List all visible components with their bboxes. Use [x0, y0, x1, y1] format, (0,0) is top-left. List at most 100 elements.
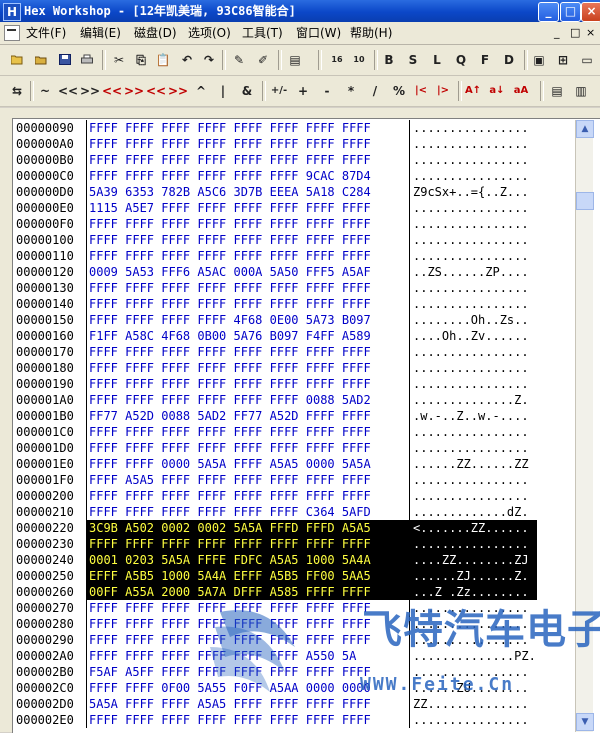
menu-options[interactable]: 选项(O)	[188, 26, 231, 40]
hex-row-bytes[interactable]: 5A39 6353 782B A5C6 3D7B EEEA 5A18 C284	[86, 184, 410, 200]
maximize-button[interactable]: □	[560, 2, 581, 22]
hex-row-bytes[interactable]: FFFF FFFF FFFF FFFF 4F68 0E00 5A73 B097	[86, 312, 410, 328]
hex-row-bytes[interactable]: FFFF FFFF FFFF FFFF FFFF FFFF FFFF FFFF	[86, 216, 410, 232]
minimize-button[interactable]: _	[538, 2, 559, 22]
double-mode-button[interactable]: D	[500, 51, 518, 69]
add-button[interactable]: +	[294, 82, 312, 100]
uppercase-button[interactable]: A↑	[464, 82, 482, 100]
hex-row-ascii[interactable]: ......ZJ......Z.	[409, 568, 537, 584]
float-mode-button[interactable]: F	[476, 51, 494, 69]
hex-row-ascii[interactable]: ................	[409, 296, 537, 312]
block-shift-left-button[interactable]: <<	[146, 82, 166, 100]
hex-row-ascii[interactable]: ................	[409, 152, 537, 168]
title-bar[interactable]: H Hex Workshop - [12年凯美瑞, 93C86智能合] _ □ …	[0, 0, 600, 22]
and-button[interactable]: &	[238, 82, 256, 100]
hex-row-bytes[interactable]: FFFF FFFF FFFF FFFF FFFF FFFF 9CAC 87D4	[86, 168, 410, 184]
scroll-thumb[interactable]	[576, 192, 594, 210]
hex-row-bytes[interactable]: FFFF FFFF FFFF FFFF FFFF FFFF FFFF FFFF	[86, 360, 410, 376]
scroll-up-icon[interactable]: ▲	[576, 120, 594, 138]
hex-row-bytes[interactable]: 0009 5A53 FFF6 A5AC 000A 5A50 FFF5 A5AF	[86, 264, 410, 280]
hex-row-bytes[interactable]: FFFF FFFF FFFF FFFF FFFF FFFF FFFF FFFF	[86, 232, 410, 248]
mdi-close-button[interactable]: ×	[586, 26, 595, 40]
hex-row-bytes[interactable]: FFFF FFFF FFFF FFFF FFFF FFFF FFFF FFFF	[86, 376, 410, 392]
print-icon[interactable]	[78, 51, 96, 69]
undo-icon[interactable]: ↶	[178, 51, 196, 69]
change-sign-button[interactable]: +/-	[270, 82, 288, 100]
hex-row-ascii[interactable]: ................	[409, 232, 537, 248]
hex-workshop-app-icon[interactable]: H	[3, 3, 21, 21]
rotate-right-button[interactable]: >>	[124, 82, 144, 100]
hex-row-ascii[interactable]: ................	[409, 248, 537, 264]
hex-row-bytes[interactable]: FFFF FFFF FFFF FFFF FFFF FFFF FFFF FFFF	[86, 488, 410, 504]
hex-row-ascii[interactable]: ..............Z.	[409, 392, 537, 408]
structure-icon[interactable]: ▭	[578, 51, 596, 69]
copy-icon[interactable]: ⎘	[132, 51, 150, 69]
hex-row-bytes[interactable]: EFFF A5B5 1000 5A4A EFFF A5B5 FF00 5AA5	[86, 568, 410, 584]
hex-row-ascii[interactable]: ................	[409, 440, 537, 456]
hex-row-ascii[interactable]: ................	[409, 536, 537, 552]
hex-row-ascii[interactable]: ................	[409, 360, 537, 376]
subtract-button[interactable]: -	[318, 82, 336, 100]
shift-left-button[interactable]: <<	[58, 82, 78, 100]
hex-row-bytes[interactable]: FFFF FFFF FFFF FFFF FFFF FFFF FFFF FFFF	[86, 152, 410, 168]
modulus-button[interactable]: %	[390, 82, 408, 100]
hex-row-ascii[interactable]: ................	[409, 488, 537, 504]
menu-help[interactable]: 帮助(H)	[350, 26, 392, 40]
short-mode-button[interactable]: S	[404, 51, 422, 69]
hex-row-bytes[interactable]: FFFF FFFF FFFF FFFF FFFF FFFF FFFF FFFF	[86, 248, 410, 264]
byte-mode-button[interactable]: B	[380, 51, 398, 69]
open-file-icon[interactable]	[32, 51, 50, 69]
close-button[interactable]: ×	[581, 2, 600, 22]
hex-row-ascii[interactable]: ................	[409, 120, 537, 136]
mdi-restore-button[interactable]: □	[570, 26, 580, 40]
hex-row-bytes[interactable]: FFFF FFFF FFFF FFFF FFFF FFFF FFFF FFFF	[86, 280, 410, 296]
hex-row-ascii[interactable]: ........Oh..Zs..	[409, 312, 537, 328]
compare-icon[interactable]: ⊞	[554, 51, 572, 69]
swap-button[interactable]: ⇆	[8, 82, 26, 100]
find-icon[interactable]: ✎	[230, 51, 248, 69]
menu-edit[interactable]: 编辑(E)	[80, 26, 121, 40]
invert-button[interactable]: ~	[36, 82, 54, 100]
checksum-icon[interactable]: ▣	[530, 51, 548, 69]
bookmark-icon[interactable]: ▤	[548, 82, 566, 100]
shift-right-button[interactable]: >>	[80, 82, 100, 100]
lowercase-button[interactable]: a↓	[488, 82, 506, 100]
hex-row-ascii[interactable]: ....Oh..Zv......	[409, 328, 537, 344]
hex-row-bytes[interactable]: FFFF FFFF FFFF FFFF FFFF FFFF 0088 5AD2	[86, 392, 410, 408]
divide-button[interactable]: /	[366, 82, 384, 100]
hex-row-bytes[interactable]: FFFF FFFF FFFF FFFF FFFF FFFF FFFF FFFF	[86, 296, 410, 312]
hex-row-bytes[interactable]: FFFF FFFF FFFF FFFF FFFF FFFF C364 5AFD	[86, 504, 410, 520]
hex-row-ascii[interactable]: ....ZZ........ZJ	[409, 552, 537, 568]
scroll-down-icon[interactable]: ▼	[576, 713, 594, 731]
hex-row-ascii[interactable]: ................	[409, 136, 537, 152]
open-folder-icon[interactable]	[8, 51, 26, 69]
hex-row-ascii[interactable]: ................	[409, 216, 537, 232]
block-end-button[interactable]: |>	[434, 82, 452, 100]
replace-icon[interactable]: ✐	[254, 51, 272, 69]
hex-row-ascii[interactable]: ................	[409, 200, 537, 216]
toggle-case-button[interactable]: aA	[512, 82, 530, 100]
base-16-button[interactable]: 16	[328, 51, 346, 69]
paste-icon[interactable]: 📋	[154, 51, 172, 69]
hex-row-ascii[interactable]: ..ZS......ZP....	[409, 264, 537, 280]
hex-row-bytes[interactable]: F1FF A58C 4F68 0B00 5A76 B097 F4FF A589	[86, 328, 410, 344]
hex-row-ascii[interactable]: ................	[409, 712, 537, 728]
menu-tools[interactable]: 工具(T)	[242, 26, 283, 40]
hex-row-bytes[interactable]: FFFF FFFF FFFF FFFF FFFF FFFF FFFF FFFF	[86, 344, 410, 360]
hex-row-bytes[interactable]: FFFF FFFF FFFF FFFF FFFF FFFF FFFF FFFF	[86, 440, 410, 456]
cut-icon[interactable]: ✂	[110, 51, 128, 69]
hex-row-bytes[interactable]: FF77 A52D 0088 5AD2 FF77 A52D FFFF FFFF	[86, 408, 410, 424]
hex-row-bytes[interactable]: 1115 A5E7 FFFF FFFF FFFF FFFF FFFF FFFF	[86, 200, 410, 216]
block-start-button[interactable]: |<	[412, 82, 430, 100]
or-button[interactable]: |	[214, 82, 232, 100]
hex-row-ascii[interactable]: <.......ZZ......	[409, 520, 537, 536]
document-system-menu-icon[interactable]	[4, 25, 20, 41]
save-icon[interactable]	[56, 51, 74, 69]
hex-row-ascii[interactable]: ................	[409, 376, 537, 392]
mdi-minimize-button[interactable]: _	[554, 26, 560, 40]
hex-row-bytes[interactable]: 3C9B A502 0002 0002 5A5A FFFD FFFD A5A5	[86, 520, 410, 536]
redo-icon[interactable]: ↷	[200, 51, 218, 69]
menu-file[interactable]: 文件(F)	[26, 26, 66, 40]
long-mode-button[interactable]: L	[428, 51, 446, 69]
block-shift-right-button[interactable]: >>	[168, 82, 188, 100]
